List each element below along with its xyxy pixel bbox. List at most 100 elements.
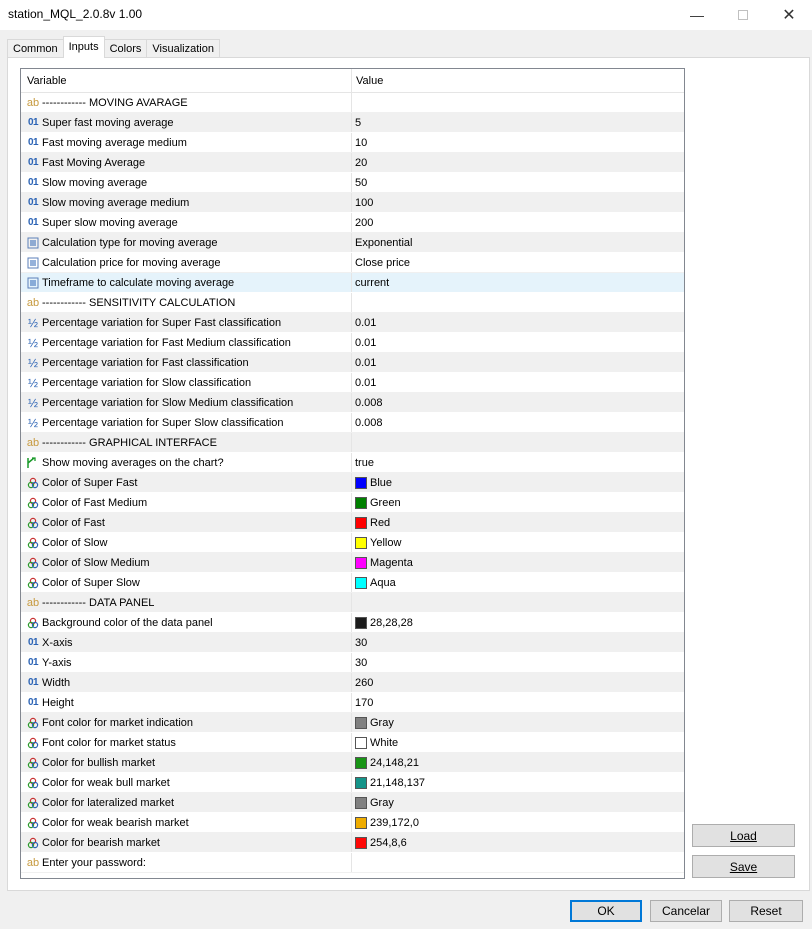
table-row[interactable]: ½ Percentage variation for Slow Medium cl… — [21, 393, 684, 413]
table-row[interactable]: Color for weak bull market 21,148,137 — [21, 773, 684, 793]
table-row[interactable]: ½ Percentage variation for Fast classific… — [21, 353, 684, 373]
value-cell[interactable]: Close price — [352, 253, 684, 272]
value-cell[interactable]: Exponential — [352, 233, 684, 252]
value-cell[interactable]: 28,28,28 — [352, 613, 684, 632]
column-header-variable[interactable]: Variable — [21, 69, 352, 92]
variable-cell: ½ Percentage variation for Super Slow cla… — [21, 413, 352, 432]
value-cell[interactable]: 10 — [352, 133, 684, 152]
tab-inputs[interactable]: Inputs — [62, 36, 105, 58]
value-cell[interactable]: 100 — [352, 193, 684, 212]
table-row[interactable]: Background color of the data panel 28,28,… — [21, 613, 684, 633]
table-row[interactable]: Color of Fast Medium Green — [21, 493, 684, 513]
table-row[interactable]: ab ------------ GRAPHICAL INTERFACE — [21, 433, 684, 453]
value-cell[interactable]: Yellow — [352, 533, 684, 552]
table-row[interactable]: Color of Slow Yellow — [21, 533, 684, 553]
tab-visualization[interactable]: Visualization — [146, 39, 220, 58]
table-row[interactable]: Font color for market status White — [21, 733, 684, 753]
integer-type-icon: 01 — [27, 157, 39, 168]
close-button[interactable]: ✕ — [766, 0, 812, 30]
color-type-icon — [25, 536, 41, 550]
table-row[interactable]: ½ Percentage variation for Fast Medium cl… — [21, 333, 684, 353]
grid-rows: ab ------------ MOVING AVARAGE 01 Super fas… — [21, 93, 684, 873]
table-row[interactable]: Timeframe to calculate moving average cur… — [21, 273, 684, 293]
value-cell[interactable]: 21,148,137 — [352, 773, 684, 792]
table-row[interactable]: Color for bearish market 254,8,6 — [21, 833, 684, 853]
value-cell[interactable]: 0.01 — [352, 373, 684, 392]
table-row[interactable]: ab ------------ SENSITIVITY CALCULATION — [21, 293, 684, 313]
value-cell[interactable]: Gray — [352, 713, 684, 732]
value-cell[interactable]: true — [352, 453, 684, 472]
table-row[interactable]: 01 Fast moving average medium 10 — [21, 133, 684, 153]
load-button[interactable]: Load — [692, 824, 795, 847]
value-cell[interactable]: 0.008 — [352, 393, 684, 412]
value-cell[interactable]: 20 — [352, 153, 684, 172]
variable-cell: Color of Slow — [21, 533, 352, 552]
tab-common[interactable]: Common — [7, 39, 64, 58]
value-cell[interactable]: current — [352, 273, 684, 292]
table-row[interactable]: ab ------------ DATA PANEL — [21, 593, 684, 613]
table-row[interactable]: 01 X-axis 30 — [21, 633, 684, 653]
table-row[interactable]: ab ------------ MOVING AVARAGE — [21, 93, 684, 113]
save-button[interactable]: Save — [692, 855, 795, 878]
variable-cell: Calculation type for moving average — [21, 233, 352, 252]
table-row[interactable]: Color of Super Slow Aqua — [21, 573, 684, 593]
value-cell[interactable]: 30 — [352, 633, 684, 652]
value-cell[interactable]: Green — [352, 493, 684, 512]
table-row[interactable]: 01 Fast Moving Average 20 — [21, 153, 684, 173]
table-row[interactable]: Calculation price for moving average Clos… — [21, 253, 684, 273]
table-row[interactable]: Color for lateralized market Gray — [21, 793, 684, 813]
table-row[interactable]: 01 Super slow moving average 200 — [21, 213, 684, 233]
value-cell[interactable] — [352, 593, 684, 612]
value-cell[interactable] — [352, 293, 684, 312]
minimize-button[interactable]: — — [674, 0, 720, 30]
table-row[interactable]: 01 Slow moving average medium 100 — [21, 193, 684, 213]
value-cell[interactable]: 0.01 — [352, 313, 684, 332]
table-row[interactable]: ½ Percentage variation for Super Slow cla… — [21, 413, 684, 433]
value-cell[interactable]: 0.01 — [352, 333, 684, 352]
reset-button[interactable]: Reset — [729, 900, 803, 922]
value-cell[interactable] — [352, 853, 684, 872]
value-cell[interactable]: 50 — [352, 173, 684, 192]
value-cell[interactable]: 24,148,21 — [352, 753, 684, 772]
value-cell[interactable]: 30 — [352, 653, 684, 672]
table-row[interactable]: 01 Slow moving average 50 — [21, 173, 684, 193]
table-row[interactable]: Color of Slow Medium Magenta — [21, 553, 684, 573]
cancel-button[interactable]: Cancelar — [650, 900, 722, 922]
table-row[interactable]: 01 Width 260 — [21, 673, 684, 693]
value-cell[interactable]: Magenta — [352, 553, 684, 572]
table-row[interactable]: 01 Super fast moving average 5 — [21, 113, 684, 133]
variable-cell: Color of Slow Medium — [21, 553, 352, 572]
table-row[interactable]: ½ Percentage variation for Super Fast cla… — [21, 313, 684, 333]
value-cell[interactable]: 254,8,6 — [352, 833, 684, 852]
value-cell[interactable]: Aqua — [352, 573, 684, 592]
ok-button[interactable]: OK — [570, 900, 642, 922]
value-cell[interactable]: Red — [352, 513, 684, 532]
value-cell[interactable] — [352, 433, 684, 452]
table-row[interactable]: Calculation type for moving average Expon… — [21, 233, 684, 253]
table-row[interactable]: 01 Y-axis 30 — [21, 653, 684, 673]
table-row[interactable]: ½ Percentage variation for Slow classific… — [21, 373, 684, 393]
value-cell[interactable]: Blue — [352, 473, 684, 492]
value-cell[interactable]: 200 — [352, 213, 684, 232]
table-row[interactable]: Font color for market indication Gray — [21, 713, 684, 733]
table-row[interactable]: Color of Fast Red — [21, 513, 684, 533]
table-row[interactable]: ab Enter your password: — [21, 853, 684, 873]
maximize-button[interactable] — [720, 0, 766, 30]
table-row[interactable]: 01 Height 170 — [21, 693, 684, 713]
table-row[interactable]: Color for weak bearish market 239,172,0 — [21, 813, 684, 833]
value-cell[interactable] — [352, 93, 684, 112]
value-cell[interactable]: 260 — [352, 673, 684, 692]
color-type-icon — [25, 516, 41, 530]
value-cell[interactable]: 239,172,0 — [352, 813, 684, 832]
value-cell[interactable]: 170 — [352, 693, 684, 712]
value-cell[interactable]: 0.01 — [352, 353, 684, 372]
table-row[interactable]: Color of Super Fast Blue — [21, 473, 684, 493]
value-cell[interactable]: 5 — [352, 113, 684, 132]
value-cell[interactable]: 0.008 — [352, 413, 684, 432]
table-row[interactable]: Color for bullish market 24,148,21 — [21, 753, 684, 773]
value-cell[interactable]: White — [352, 733, 684, 752]
table-row[interactable]: Show moving averages on the chart? true — [21, 453, 684, 473]
column-header-value[interactable]: Value — [352, 69, 684, 92]
value-cell[interactable]: Gray — [352, 793, 684, 812]
tab-colors[interactable]: Colors — [103, 39, 148, 58]
